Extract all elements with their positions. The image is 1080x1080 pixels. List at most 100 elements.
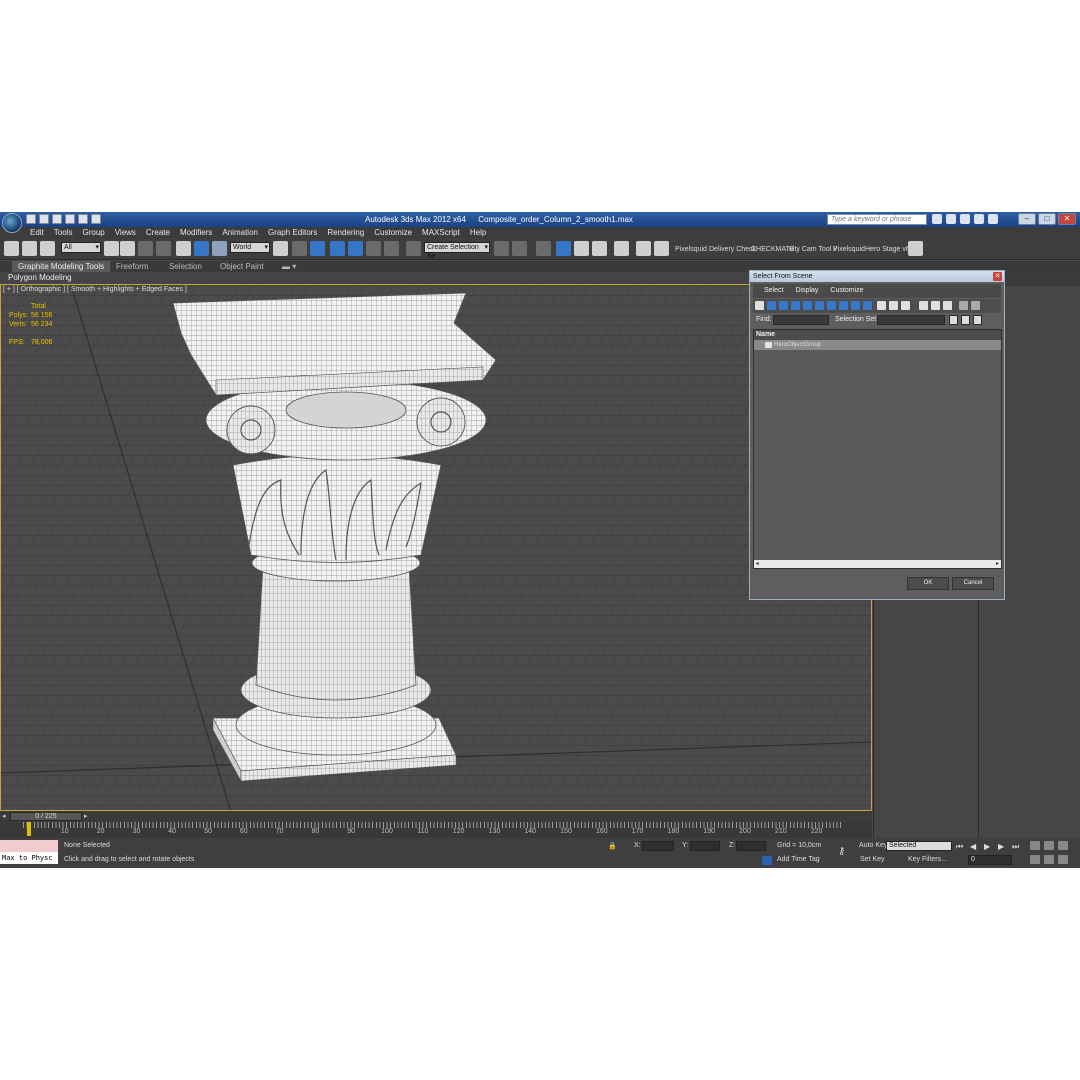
cancel-button[interactable]: Cancel <box>952 577 994 590</box>
move-icon[interactable] <box>176 241 191 256</box>
prev-frame-icon[interactable]: ◀ <box>970 842 976 851</box>
pan-view-icon[interactable] <box>1044 855 1054 864</box>
filter-funnel-icon[interactable] <box>959 301 968 310</box>
menu-animation[interactable]: Animation <box>222 227 258 238</box>
dialog-menu-display[interactable]: Display <box>795 284 818 298</box>
find-input[interactable] <box>773 315 829 325</box>
dialog-title-bar[interactable]: Select From Scene ✕ <box>750 271 1004 282</box>
minimize-button[interactable]: – <box>1018 213 1036 225</box>
select-none-icon[interactable] <box>931 301 940 310</box>
ribbon-panel-label[interactable]: Polygon Modeling <box>0 272 870 284</box>
selection-set-remove-icon[interactable] <box>961 315 970 325</box>
selection-set-dropdown[interactable] <box>877 315 945 325</box>
save-file-icon[interactable] <box>52 214 62 224</box>
search-input[interactable]: Type a keyword or phrase <box>827 214 927 225</box>
select-by-name-icon[interactable] <box>120 241 135 256</box>
zoom-extents-icon[interactable] <box>1058 841 1068 850</box>
menu-create[interactable]: Create <box>146 227 170 238</box>
rectangular-selection-icon[interactable] <box>138 241 153 256</box>
menu-maxscript[interactable]: MAXScript <box>422 227 460 238</box>
material-editor-icon[interactable] <box>614 241 629 256</box>
filter-helpers-icon[interactable] <box>803 301 812 310</box>
menu-help[interactable]: Help <box>470 227 486 238</box>
named-selection-dropdown[interactable]: Create Selection Se <box>424 242 490 260</box>
viewport-label[interactable]: [ + ] [ Orthographic ] [ Smooth + Highli… <box>3 286 187 293</box>
curve-editor-icon[interactable] <box>574 241 589 256</box>
teapot-icon[interactable] <box>908 241 923 256</box>
filter-lights-icon[interactable] <box>779 301 788 310</box>
filter-bones-icon[interactable] <box>851 301 860 310</box>
time-tag-icon[interactable] <box>762 856 772 865</box>
filter-spacewarps-icon[interactable] <box>815 301 824 310</box>
filter-shapes-icon[interactable] <box>767 301 776 310</box>
list-column-name[interactable]: Name <box>754 330 1001 340</box>
window-crossing-icon[interactable] <box>156 241 171 256</box>
tab-selection[interactable]: Selection <box>163 261 208 272</box>
mirror-icon[interactable] <box>494 241 509 256</box>
dialog-menu-customize[interactable]: Customize <box>830 284 863 298</box>
menu-group[interactable]: Group <box>82 227 104 238</box>
spinner-snap-icon[interactable] <box>384 241 399 256</box>
select-invert-icon[interactable] <box>943 301 952 310</box>
add-time-tag[interactable]: Add Time Tag <box>777 856 820 863</box>
auto-key-button[interactable]: Auto Key <box>859 842 887 849</box>
tab-graphite-modeling-tools[interactable]: Graphite Modeling Tools <box>12 261 111 272</box>
filter-cameras-icon[interactable] <box>791 301 800 310</box>
dialog-menu-select[interactable]: Select <box>764 284 783 298</box>
plugin-cam-tool[interactable]: uity Cam Tool v <box>789 246 837 253</box>
plugin-checkmate[interactable]: CHECKMATE <box>751 246 794 253</box>
new-file-icon[interactable] <box>26 214 36 224</box>
next-frame-icon[interactable]: ▶ <box>998 842 1004 851</box>
display-all-icon[interactable] <box>877 301 886 310</box>
field-of-view-icon[interactable] <box>1030 855 1040 864</box>
align-icon[interactable] <box>512 241 527 256</box>
layer-manager-icon[interactable] <box>536 241 551 256</box>
filter-containers-icon[interactable] <box>863 301 872 310</box>
zoom-icon[interactable] <box>1030 841 1040 850</box>
menu-modifiers[interactable]: Modifiers <box>180 227 212 238</box>
app-logo-icon[interactable] <box>2 213 22 233</box>
maxscript-mini-listener[interactable]: Max to Physc <box>0 852 58 864</box>
unlink-icon[interactable] <box>22 241 37 256</box>
y-field[interactable] <box>690 841 720 851</box>
bind-space-warp-icon[interactable] <box>40 241 55 256</box>
filter-geometry-icon[interactable] <box>755 301 764 310</box>
display-none-icon[interactable] <box>889 301 898 310</box>
pivot-center-icon[interactable] <box>273 241 288 256</box>
z-field[interactable] <box>736 841 766 851</box>
orbit-icon[interactable] <box>1058 855 1068 864</box>
angle-snap-icon[interactable] <box>348 241 363 256</box>
project-folder-icon[interactable] <box>91 214 101 224</box>
filter-groups-icon[interactable] <box>827 301 836 310</box>
close-button[interactable]: ✕ <box>1058 213 1076 225</box>
select-object-icon[interactable] <box>104 241 119 256</box>
dialog-close-button[interactable]: ✕ <box>993 272 1002 281</box>
current-frame-marker[interactable] <box>27 822 31 836</box>
goto-end-icon[interactable]: ⏭ <box>1012 842 1019 852</box>
binoculars-icon[interactable] <box>932 214 942 224</box>
set-key-button[interactable]: Set Key <box>860 856 885 863</box>
track-bar[interactable]: 10 20 30 40 50 60 70 80 90 100 110 120 130 140 150 160 1… <box>0 822 872 838</box>
key-icon[interactable]: ⚷ <box>838 846 845 857</box>
render-setup-icon[interactable] <box>636 241 651 256</box>
maxscript-listener-output[interactable] <box>0 840 58 852</box>
menu-tools[interactable]: Tools <box>54 227 73 238</box>
keyboard-shortcut-toggle-icon[interactable] <box>310 241 325 256</box>
x-field[interactable] <box>642 841 674 851</box>
play-icon[interactable]: ▶ <box>984 842 990 851</box>
selection-filter-dropdown[interactable]: All <box>61 242 101 253</box>
scene-object-list[interactable]: Name HeroObjectGroup ◂ ▸ <box>753 329 1002 569</box>
percent-snap-icon[interactable] <box>366 241 381 256</box>
display-invert-icon[interactable] <box>901 301 910 310</box>
graphite-toggle-icon[interactable] <box>556 241 571 256</box>
viewport-orthographic[interactable]: [ + ] [ Orthographic ] [ Smooth + Highli… <box>0 284 872 811</box>
filter-xrefs-icon[interactable] <box>839 301 848 310</box>
zoom-all-icon[interactable] <box>1044 841 1054 850</box>
snaps-toggle-icon[interactable] <box>330 241 345 256</box>
select-link-icon[interactable] <box>4 241 19 256</box>
time-slider[interactable]: ◂ 0 / 225 ▸ <box>0 811 872 822</box>
selection-set-add-icon[interactable] <box>949 315 958 325</box>
plugin-delivery-check[interactable]: Delivery Check <box>709 246 756 253</box>
time-slider-next-icon[interactable]: ▸ <box>84 812 88 820</box>
menu-rendering[interactable]: Rendering <box>327 227 364 238</box>
